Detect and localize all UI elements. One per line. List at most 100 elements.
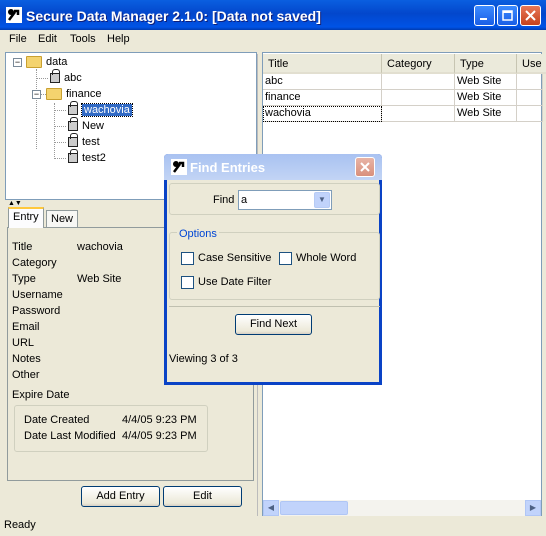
tree-node-wachovia[interactable]: wachovia xyxy=(68,101,133,117)
find-next-label: Find Next xyxy=(249,318,298,330)
date-modified-label: Date Last Modified xyxy=(24,430,116,442)
chevron-down-icon[interactable]: ▼ xyxy=(314,192,330,208)
dialog-title: Find Entries xyxy=(190,160,266,175)
tree-node-test[interactable]: test xyxy=(68,133,100,148)
date-created-value: 4/4/05 9:23 PM xyxy=(122,414,197,426)
menu-file[interactable]: File xyxy=(9,33,27,45)
url-label: URL xyxy=(12,337,35,349)
close-button[interactable] xyxy=(520,5,541,26)
lock-icon xyxy=(68,149,78,163)
status-text: Ready xyxy=(4,519,36,531)
email-label: Email xyxy=(12,321,40,333)
folder-icon xyxy=(26,56,42,68)
tab-new[interactable]: New xyxy=(46,210,79,227)
folder-icon xyxy=(46,88,62,100)
dialog-close-button[interactable] xyxy=(355,157,375,177)
tree-node-label: wachovia xyxy=(81,103,133,117)
username-label: Username xyxy=(12,289,63,301)
tree-node-label: New xyxy=(82,120,105,132)
scroll-right-icon[interactable]: ▶ xyxy=(525,500,541,516)
use-date-filter-label: Use Date Filter xyxy=(198,276,272,288)
add-entry-label: Add Entry xyxy=(96,490,145,502)
expire-date-label: Expire Date xyxy=(12,389,70,401)
lock-icon xyxy=(68,101,78,115)
find-value: a xyxy=(241,194,248,206)
edit-button[interactable]: Edit xyxy=(163,486,242,507)
table-cell[interactable]: Web Site xyxy=(455,74,517,90)
find-next-button[interactable]: Find Next xyxy=(235,314,312,335)
title-label: Title xyxy=(12,241,33,253)
table-cell[interactable] xyxy=(382,74,455,90)
category-label: Category xyxy=(12,257,57,269)
column-header-type[interactable]: Type xyxy=(455,54,517,74)
tree-node-test2[interactable]: test2 xyxy=(68,149,106,164)
tree-node-new[interactable]: New xyxy=(68,117,105,132)
menu-help[interactable]: Help xyxy=(107,33,130,45)
minimize-button[interactable] xyxy=(474,5,495,26)
menu-tools[interactable]: Tools xyxy=(70,33,96,45)
maximize-button[interactable] xyxy=(497,5,518,26)
dialog-title-bar[interactable]: Find Entries xyxy=(164,154,382,180)
notes-label: Notes xyxy=(12,353,41,365)
tree-node-label: finance xyxy=(66,88,102,100)
edit-label: Edit xyxy=(193,490,212,502)
column-header-title[interactable]: Title xyxy=(263,54,382,74)
dates-group xyxy=(14,405,208,452)
table-cell[interactable] xyxy=(382,90,455,106)
tree-node-label: abc xyxy=(64,72,82,84)
split-arrows-icon[interactable]: ▲▼ xyxy=(8,200,22,207)
scroll-left-icon[interactable]: ◀ xyxy=(263,500,279,516)
find-combobox[interactable]: a ▼ xyxy=(238,190,332,210)
collapse-data-icon[interactable]: − xyxy=(13,58,22,67)
tab-entry[interactable]: Entry xyxy=(8,207,44,228)
lock-icon xyxy=(68,117,78,131)
table-cell[interactable] xyxy=(382,106,455,122)
case-sensitive-checkbox[interactable] xyxy=(181,252,194,265)
tree-node-abc[interactable]: abc xyxy=(50,69,82,84)
whole-word-label: Whole Word xyxy=(296,252,357,264)
tree-node-label: data xyxy=(46,56,68,68)
tree-node-data[interactable]: data xyxy=(26,56,67,68)
collapse-finance-icon[interactable]: − xyxy=(32,90,41,99)
window-title: Secure Data Manager 2.1.0: [Data not sav… xyxy=(26,8,321,24)
table-cell[interactable]: wachovia xyxy=(263,106,382,122)
table-cell[interactable]: Web Site xyxy=(455,106,517,122)
app-icon xyxy=(171,159,187,178)
table-cell[interactable]: finance xyxy=(263,90,382,106)
date-created-label: Date Created xyxy=(24,414,90,426)
column-header-use[interactable]: Use xyxy=(517,54,546,74)
menu-bar: File Edit Tools Help xyxy=(0,30,546,50)
find-entries-dialog: Find Entries Find a ▼ Options Case Sensi… xyxy=(164,154,382,385)
lock-icon xyxy=(68,133,78,147)
type-value: Web Site xyxy=(77,273,122,285)
options-group xyxy=(169,232,380,300)
table-cell[interactable]: abc xyxy=(263,74,382,90)
app-icon xyxy=(6,7,22,23)
table-cell[interactable]: Web Site xyxy=(455,90,517,106)
date-modified-value: 4/4/05 9:23 PM xyxy=(122,430,197,442)
table-cell[interactable] xyxy=(517,106,543,122)
menu-edit[interactable]: Edit xyxy=(38,33,57,45)
case-sensitive-label: Case Sensitive xyxy=(198,252,272,264)
password-label: Password xyxy=(12,305,61,317)
whole-word-checkbox[interactable] xyxy=(279,252,292,265)
table-cell[interactable] xyxy=(517,74,543,90)
options-label: Options xyxy=(177,228,219,240)
find-label: Find xyxy=(213,194,235,206)
type-label: Type xyxy=(12,273,36,285)
dialog-divider xyxy=(169,306,380,307)
table-cell[interactable] xyxy=(517,90,543,106)
tree-node-label: test xyxy=(82,136,100,148)
lock-icon xyxy=(50,69,60,83)
title-value: wachovia xyxy=(77,241,123,253)
other-label: Other xyxy=(12,369,40,381)
window-title-bar: Secure Data Manager 2.1.0: [Data not sav… xyxy=(0,0,546,30)
horizontal-scrollbar[interactable]: ◀ ▶ xyxy=(263,500,541,516)
column-header-category[interactable]: Category xyxy=(382,54,455,74)
scroll-thumb[interactable] xyxy=(280,501,348,515)
tree-node-finance[interactable]: finance xyxy=(46,88,101,100)
viewing-count: Viewing 3 of 3 xyxy=(169,353,238,365)
use-date-filter-checkbox[interactable] xyxy=(181,276,194,289)
tree-node-label: test2 xyxy=(82,152,106,164)
add-entry-button[interactable]: Add Entry xyxy=(81,486,160,507)
